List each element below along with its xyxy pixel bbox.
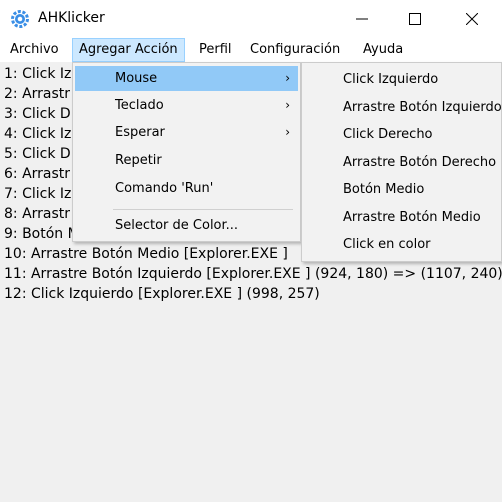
maximize-icon	[409, 13, 421, 25]
dropdown-item-esperar[interactable]: Esperar ›	[75, 120, 298, 145]
log-line[interactable]: 4: Click Iz	[4, 124, 71, 144]
close-button[interactable]	[444, 0, 500, 38]
submenu-item-boton-medio[interactable]: Botón Medio	[304, 176, 499, 203]
submenu-item-label: Arrastre Botón Medio	[343, 210, 481, 225]
dropdown-item-label: Selector de Color...	[115, 218, 239, 233]
menu-bar: Archivo Agregar Acción Perfil Configurac…	[0, 38, 502, 63]
log-line[interactable]: 8: Arrastr	[4, 204, 70, 224]
log-line[interactable]: 12: Click Izquierdo [Explorer.EXE ] (998…	[4, 284, 320, 304]
log-line[interactable]: 3: Click D	[4, 104, 71, 124]
menu-agregar-accion[interactable]: Agregar Acción	[72, 38, 185, 62]
menu-ayuda[interactable]: Ayuda	[357, 38, 409, 62]
dropdown-item-label: Comando 'Run'	[115, 181, 214, 196]
window-title: AHKlicker	[38, 10, 105, 26]
log-line[interactable]: 9: Botón M	[4, 224, 80, 244]
submenu-item-click-en-color[interactable]: Click en color	[304, 231, 499, 258]
agregar-accion-dropdown: Mouse › Teclado › Esperar › Repetir Coma…	[72, 62, 301, 242]
submenu-item-click-derecho[interactable]: Click Derecho	[304, 121, 499, 148]
menu-configuracion[interactable]: Configuración	[244, 38, 346, 62]
log-line[interactable]: 7: Click Iz	[4, 184, 71, 204]
log-line[interactable]: 11: Arrastre Botón Izquierdo [Explorer.E…	[4, 264, 502, 284]
dropdown-item-repetir[interactable]: Repetir	[75, 148, 298, 173]
submenu-item-arrastre-boton-izquierdo[interactable]: Arrastre Botón Izquierdo	[304, 94, 502, 121]
title-bar: AHKlicker	[0, 0, 502, 38]
submenu-item-arrastre-boton-medio[interactable]: Arrastre Botón Medio	[304, 204, 499, 231]
mouse-submenu: Click Izquierdo Arrastre Botón Izquierdo…	[301, 62, 502, 262]
chevron-right-icon: ›	[285, 125, 290, 139]
submenu-item-label: Click Derecho	[343, 127, 433, 142]
menu-separator	[113, 209, 293, 210]
submenu-item-arrastre-boton-derecho[interactable]: Arrastre Botón Derecho	[304, 149, 499, 176]
close-icon	[466, 13, 478, 25]
chevron-right-icon: ›	[285, 71, 290, 85]
submenu-item-label: Arrastre Botón Izquierdo	[343, 100, 502, 115]
submenu-item-label: Botón Medio	[343, 182, 425, 197]
log-line[interactable]: 10: Arrastre Botón Medio [Explorer.EXE ]	[4, 244, 288, 264]
maximize-button[interactable]	[387, 0, 443, 38]
log-line[interactable]: 5: Click D	[4, 144, 71, 164]
submenu-item-label: Click Izquierdo	[343, 72, 439, 87]
dropdown-item-label: Mouse	[115, 71, 158, 86]
minimize-button[interactable]	[334, 0, 390, 38]
dropdown-item-label: Teclado	[115, 98, 164, 113]
gear-icon	[11, 10, 29, 28]
minimize-icon	[356, 18, 368, 20]
dropdown-item-selector-de-color[interactable]: Selector de Color...	[75, 213, 298, 238]
submenu-item-click-izquierdo[interactable]: Click Izquierdo	[304, 66, 499, 93]
submenu-item-label: Arrastre Botón Derecho	[343, 155, 497, 170]
log-line[interactable]: 2: Arrastr	[4, 84, 70, 104]
dropdown-item-teclado[interactable]: Teclado ›	[75, 93, 298, 118]
log-line[interactable]: 1: Click Iz	[4, 64, 71, 84]
dropdown-item-label: Esperar	[115, 125, 165, 140]
dropdown-item-comando-run[interactable]: Comando 'Run'	[75, 176, 298, 201]
menu-archivo[interactable]: Archivo	[4, 38, 65, 62]
chevron-right-icon: ›	[285, 98, 290, 112]
dropdown-item-label: Repetir	[115, 153, 162, 168]
menu-perfil[interactable]: Perfil	[193, 38, 238, 62]
log-line[interactable]: 6: Arrastr	[4, 164, 70, 184]
dropdown-item-mouse[interactable]: Mouse ›	[75, 66, 298, 91]
submenu-item-label: Click en color	[343, 237, 431, 252]
